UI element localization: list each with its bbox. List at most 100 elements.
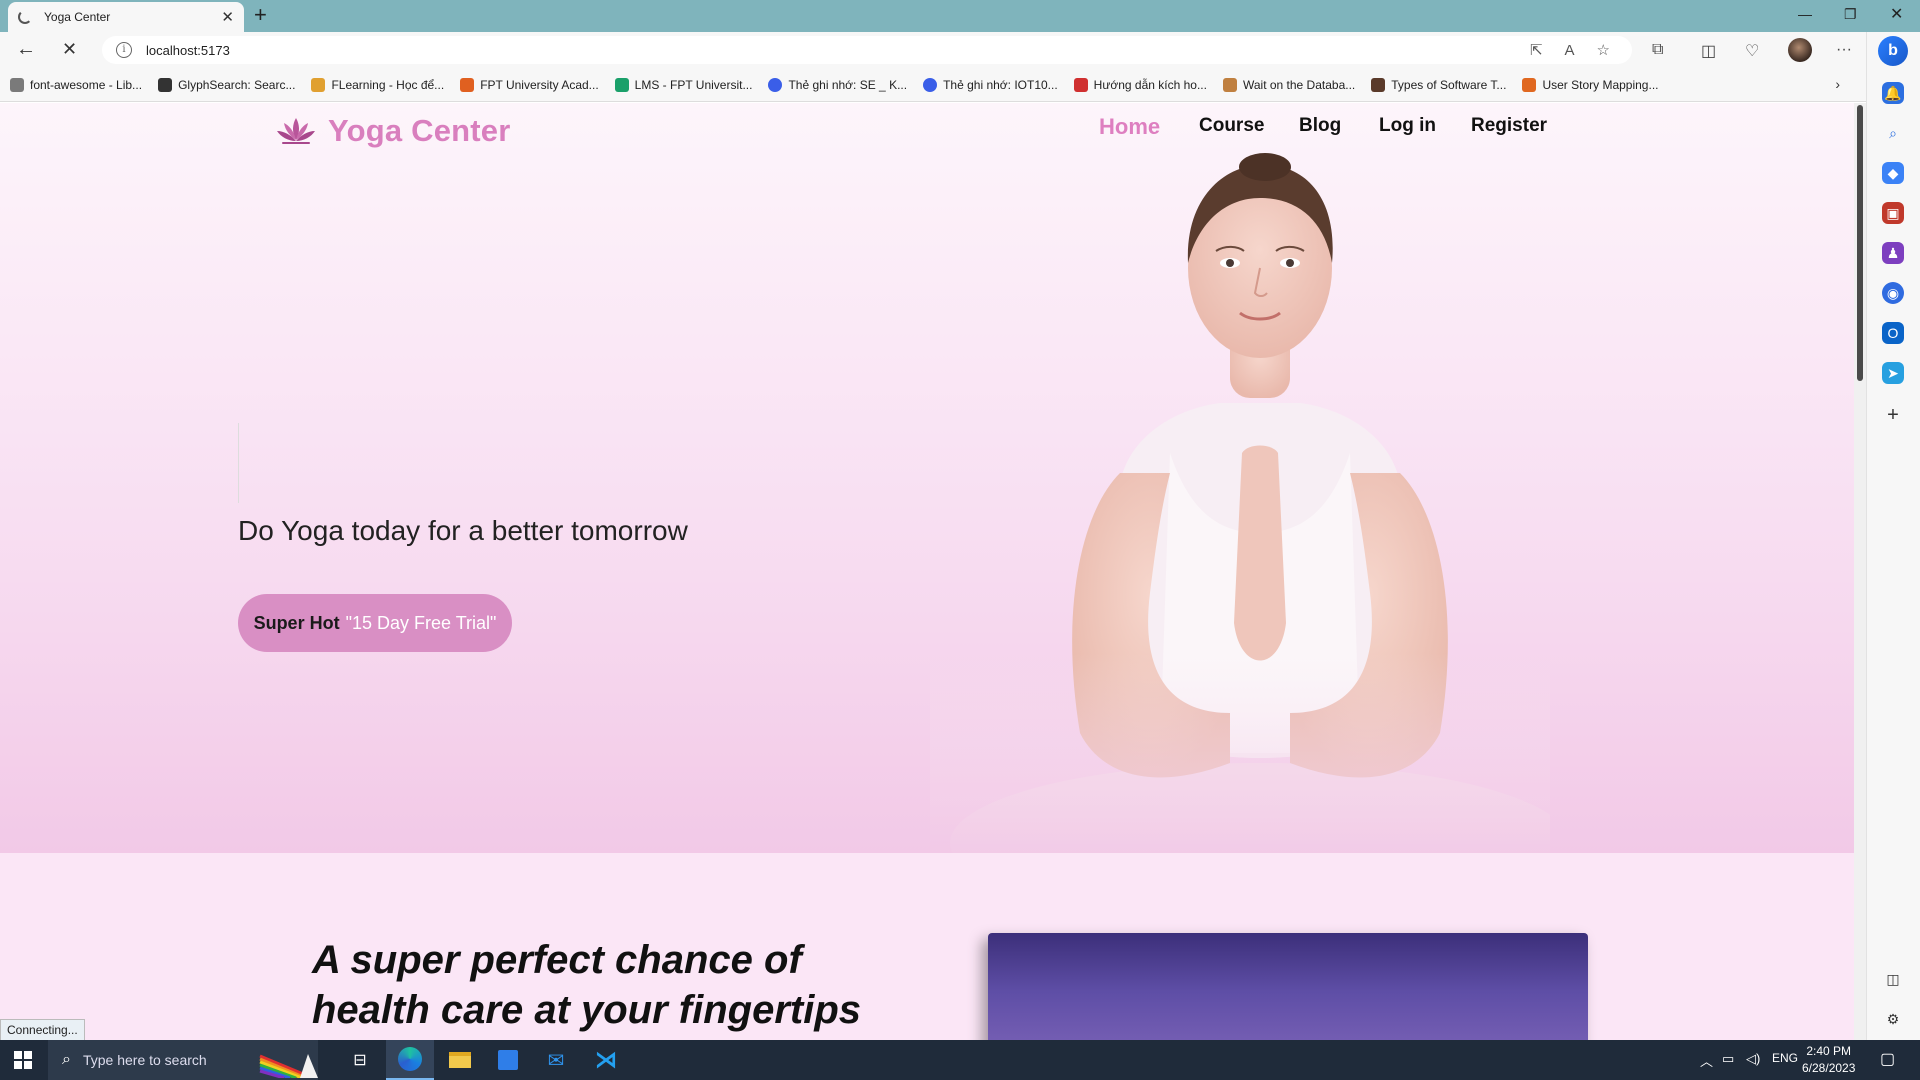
loading-spinner-icon — [18, 10, 32, 24]
new-tab-icon[interactable]: + — [254, 4, 267, 26]
mail-icon[interactable]: ✉ — [532, 1040, 580, 1080]
page-scrollbar[interactable] — [1854, 103, 1866, 1040]
nav-blog[interactable]: Blog — [1299, 115, 1341, 137]
restore-icon[interactable]: ❐ — [1844, 6, 1857, 23]
bookmark-label: FLearning - Học để... — [331, 77, 445, 92]
bookmark-item[interactable]: FLearning - Học để... — [311, 77, 445, 92]
split-screen-icon[interactable]: ◫ — [1701, 41, 1716, 61]
scrollbar-thumb[interactable] — [1857, 105, 1863, 381]
tab-title: Yoga Center — [44, 10, 111, 24]
profile-avatar[interactable] — [1788, 38, 1812, 62]
bookmark-item[interactable]: Wait on the Databa... — [1222, 77, 1356, 92]
windows-taskbar: ⌕ Type here to search ⊟ ✉ ⋊ ︿ ▭ ◁) ENG 2… — [0, 1040, 1920, 1080]
bookmark-item[interactable]: Thẻ ghi nhớ: IOT10... — [923, 77, 1058, 92]
chevron-right-icon[interactable]: › — [1835, 76, 1840, 92]
bing-copilot-icon[interactable]: b — [1878, 36, 1908, 66]
nav-home[interactable]: Home — [1099, 114, 1160, 140]
bookmark-item[interactable]: font-awesome - Lib... — [10, 77, 143, 92]
extensions-icon[interactable]: ⧉ — [1652, 41, 1663, 59]
settings-gear-icon[interactable]: ⚙ — [1882, 1008, 1904, 1030]
windows-start-icon[interactable] — [14, 1051, 32, 1069]
close-window-icon[interactable]: ✕ — [1890, 4, 1903, 24]
language-indicator[interactable]: ENG — [1772, 1051, 1798, 1065]
site-logo[interactable]: Yoga Center — [276, 113, 511, 149]
yoga-sunset-image — [988, 933, 1588, 1040]
bookmark-item[interactable]: User Story Mapping... — [1522, 77, 1658, 92]
search-icon: ⌕ — [62, 1051, 71, 1068]
notifications-icon[interactable]: 🔔 — [1882, 82, 1904, 104]
collections-icon[interactable]: ♡ — [1745, 41, 1759, 61]
add-icon[interactable]: + — [1882, 404, 1904, 426]
open-in-app-icon[interactable]: ⇱ — [1530, 41, 1543, 59]
yoga-woman-image — [930, 153, 1550, 853]
minimize-icon[interactable]: — — [1798, 6, 1812, 22]
system-clock[interactable]: 2:40 PM 6/28/2023 — [1802, 1043, 1855, 1077]
action-center-icon[interactable]: ▢ — [1880, 1049, 1895, 1069]
games-icon[interactable]: ♟ — [1882, 242, 1904, 264]
task-view-icon[interactable]: ⊟ — [336, 1040, 384, 1080]
hero-tagline: Do Yoga today for a better tomorrow — [238, 515, 688, 546]
bookmark-label: Hướng dẫn kích ho... — [1093, 77, 1207, 92]
microsoft-365-icon[interactable]: ◉ — [1882, 282, 1904, 304]
bookmark-favicon-icon — [311, 77, 326, 92]
nav-course[interactable]: Course — [1199, 115, 1264, 137]
bookmarks-bar: font-awesome - Lib... GlyphSearch: Searc… — [0, 68, 1920, 102]
browser-tab-bar: Yoga Center ✕ + — ❐ ✕ — [0, 0, 1920, 32]
screen: Yoga Center ✕ + — ❐ ✕ ← ✕ i localhost:51… — [0, 0, 1920, 1080]
back-icon[interactable]: ← — [16, 39, 36, 59]
bookmark-label: GlyphSearch: Searc... — [178, 77, 296, 92]
bookmark-label: LMS - FPT Universit... — [634, 77, 753, 92]
url-text[interactable]: localhost:5173 — [146, 43, 1530, 58]
browser-tab[interactable]: Yoga Center ✕ — [8, 2, 244, 32]
bookmark-label: font-awesome - Lib... — [30, 77, 143, 92]
bookmark-label: Types of Software T... — [1391, 77, 1507, 92]
pride-decoration-icon — [259, 1054, 318, 1078]
volume-icon[interactable]: ◁) — [1746, 1051, 1760, 1067]
browser-toolbar: ← ✕ i localhost:5173 ⇱ A ☆ ⧉ ◫ ♡ ··· — [0, 32, 1920, 68]
clock-time: 2:40 PM — [1806, 1044, 1852, 1058]
free-trial-button[interactable]: Super Hot "15 Day Free Trial" — [238, 594, 512, 652]
bookmark-favicon-icon — [158, 77, 173, 92]
microsoft-store-icon[interactable] — [484, 1040, 532, 1080]
file-explorer-icon[interactable] — [436, 1040, 484, 1080]
nav-register[interactable]: Register — [1471, 115, 1547, 137]
bookmark-label: Thẻ ghi nhớ: IOT10... — [943, 77, 1058, 92]
bookmark-item[interactable]: GlyphSearch: Searc... — [158, 77, 296, 92]
vscode-icon[interactable]: ⋊ — [582, 1040, 630, 1080]
clock-date: 6/28/2023 — [1802, 1061, 1856, 1075]
search-icon[interactable]: ⌕ — [1882, 122, 1904, 144]
browser-sidebar: b 🔔 ⌕ ◆ ▣ ♟ ◉ O ➤ + ◫ ⚙ — [1866, 32, 1920, 1040]
section-title-line2: health care at your fingertips — [312, 988, 862, 1032]
button-hot-label: Super Hot — [253, 612, 340, 633]
bookmark-item[interactable]: Thẻ ghi nhớ: SE _ K... — [768, 77, 907, 92]
outlook-icon[interactable]: O — [1882, 322, 1904, 344]
bookmark-favicon-icon — [1222, 77, 1237, 92]
network-icon[interactable]: ▭ — [1722, 1051, 1734, 1067]
bookmark-item[interactable]: LMS - FPT Universit... — [614, 77, 753, 92]
stop-loading-icon[interactable]: ✕ — [62, 39, 77, 59]
favorite-star-icon[interactable]: ☆ — [1597, 41, 1610, 59]
shopping-tag-icon[interactable]: ◆ — [1882, 162, 1904, 184]
sidebar-toggle-icon[interactable]: ◫ — [1882, 968, 1904, 990]
bookmark-favicon-icon — [923, 77, 938, 92]
close-tab-icon[interactable]: ✕ — [221, 8, 234, 26]
bookmark-item[interactable]: Types of Software T... — [1371, 77, 1507, 92]
bookmark-label: Wait on the Databa... — [1242, 77, 1356, 92]
bookmark-item[interactable]: FPT University Acad... — [460, 77, 599, 92]
address-bar[interactable]: i localhost:5173 ⇱ A ☆ — [102, 36, 1632, 64]
site-info-icon[interactable]: i — [116, 42, 132, 58]
bookmark-favicon-icon — [10, 77, 24, 92]
nav-login[interactable]: Log in — [1379, 115, 1436, 137]
bookmark-item[interactable]: Hướng dẫn kích ho... — [1073, 77, 1207, 92]
show-hidden-icons[interactable]: ︿ — [1700, 1051, 1713, 1070]
more-menu-icon[interactable]: ··· — [1836, 41, 1852, 59]
status-bubble: Connecting... — [0, 1019, 85, 1041]
button-offer-label: "15 Day Free Trial" — [345, 612, 497, 633]
page-viewport: Yoga Center Home Course Blog Log in Regi… — [0, 103, 1854, 1040]
tools-icon[interactable]: ▣ — [1882, 202, 1904, 224]
edge-taskbar-icon[interactable] — [386, 1040, 434, 1080]
hero-section: Yoga Center Home Course Blog Log in Regi… — [0, 103, 1854, 853]
logo-text: Yoga Center — [328, 113, 511, 148]
read-aloud-icon[interactable]: A — [1565, 42, 1575, 59]
drop-icon[interactable]: ➤ — [1882, 362, 1904, 384]
